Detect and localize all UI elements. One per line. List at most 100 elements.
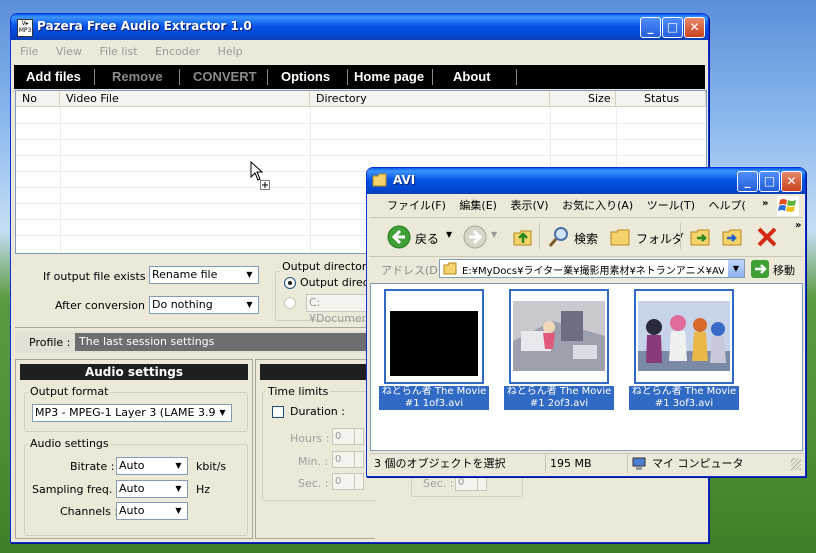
source-directory-radio[interactable]: [284, 297, 296, 309]
search-icon[interactable]: [547, 225, 571, 249]
pazera-title-bar[interactable]: V▸ MP3 Pazera Free Audio Extractor 1.0 _ …: [11, 14, 708, 40]
sec-label: Sec. :: [298, 477, 329, 490]
chevron-down-icon[interactable]: ▼: [728, 260, 744, 277]
toolbar-overflow-icon[interactable]: »: [795, 220, 801, 231]
file-exists-dropdown[interactable]: Rename file ▼: [149, 266, 259, 284]
copy-to-icon[interactable]: [721, 225, 745, 249]
remove-button[interactable]: Remove: [112, 69, 163, 84]
bitrate-dropdown[interactable]: Auto ▼: [116, 457, 188, 475]
sampling-unit: Hz: [196, 483, 211, 496]
spin-buttons[interactable]: [354, 452, 363, 467]
address-field[interactable]: E:¥MyDocs¥ライター業¥撮影用素材¥ネトランアニメ¥AV ▼: [439, 259, 745, 278]
search-label[interactable]: 検索: [574, 230, 598, 247]
menu-edit-jp[interactable]: 編集(E): [454, 199, 502, 212]
about-button[interactable]: About: [453, 69, 491, 84]
duration-checkbox[interactable]: [272, 406, 284, 418]
minimize-button[interactable]: _: [640, 17, 661, 38]
file-thumbnail-1[interactable]: [384, 289, 484, 384]
menu-overflow-icon[interactable]: »: [762, 198, 768, 209]
my-computer-icon: [632, 457, 646, 470]
file-thumbnail-2[interactable]: [509, 289, 609, 384]
forward-arrow-icon[interactable]: [463, 225, 487, 249]
folder-icon: [372, 173, 387, 187]
file-name-2[interactable]: ねとらん者 The Movie #1 2of3.avi: [504, 386, 614, 410]
resize-grip-icon[interactable]: [791, 458, 801, 470]
after-conversion-dropdown[interactable]: Do nothing ▼: [149, 296, 259, 314]
profile-bar: Profile : The last session settings: [15, 331, 375, 353]
hours-label: Hours :: [290, 432, 330, 445]
menu-tools-jp[interactable]: ツール(T): [642, 199, 700, 212]
column-header-video-file[interactable]: Video File: [60, 91, 310, 107]
divider: [15, 327, 375, 328]
chevron-down-icon[interactable]: ▼: [491, 230, 497, 239]
output-directory-radio[interactable]: [284, 277, 296, 289]
time-limits-label: Time limits: [266, 385, 331, 398]
convert-button[interactable]: CONVERT: [193, 69, 257, 84]
menu-encoder[interactable]: Encoder: [148, 43, 207, 60]
file-view[interactable]: ねとらん者 The Movie #1 1of3.avi ねとらん者 The Mo…: [370, 283, 803, 451]
close-button[interactable]: ✕: [781, 171, 802, 192]
chevron-down-icon: ▼: [171, 459, 186, 473]
file-exists-label: If output file exists :: [43, 270, 153, 283]
column-divider: [60, 107, 61, 253]
column-header-status[interactable]: Status: [616, 91, 706, 107]
home-page-button[interactable]: Home page: [354, 69, 424, 84]
menu-help-jp[interactable]: ヘルプ(: [704, 199, 751, 212]
folders-label[interactable]: フォルダ: [636, 230, 684, 247]
channels-dropdown[interactable]: Auto ▼: [116, 502, 188, 520]
menu-view-jp[interactable]: 表示(V): [505, 199, 553, 212]
menu-file-jp[interactable]: ファイル(F): [371, 199, 451, 212]
add-files-button[interactable]: Add files: [26, 69, 81, 84]
row-divider: [16, 123, 706, 124]
options-button[interactable]: Options: [281, 69, 330, 84]
menu-favorites-jp[interactable]: お気に入り(A): [557, 199, 638, 212]
explorer-status-bar: 3 個のオブジェクトを選択 195 MB マイ コンピュータ: [370, 453, 803, 474]
column-header-no[interactable]: No: [16, 91, 60, 107]
menu-file-list[interactable]: File list: [93, 43, 145, 60]
output-format-dropdown[interactable]: MP3 - MPEG-1 Layer 3 (LAME 3.97) ▼: [32, 404, 232, 422]
min-spinner[interactable]: 0: [332, 451, 364, 468]
folders-icon[interactable]: [609, 226, 633, 248]
chevron-down-icon: ▼: [242, 268, 257, 282]
minimize-button[interactable]: _: [737, 171, 758, 192]
hours-spinner[interactable]: 0: [332, 428, 364, 445]
column-header-size[interactable]: Size: [550, 91, 616, 107]
status-location: マイ コンピュータ: [628, 454, 788, 473]
up-folder-icon[interactable]: [511, 225, 535, 249]
delete-icon[interactable]: [755, 225, 779, 249]
spin-buttons[interactable]: [354, 474, 363, 489]
chevron-down-icon[interactable]: ▼: [446, 230, 452, 239]
output-directory-group-title: Output directory: [280, 260, 375, 273]
back-label[interactable]: 戻る: [415, 230, 439, 247]
time-limits-panel: Time limits Duration : Hours : 0 Min. : …: [255, 359, 377, 539]
column-header-directory[interactable]: Directory: [310, 91, 550, 107]
toolbar-separator: [347, 69, 348, 85]
explorer-menu-bar: ファイル(F) 編集(E) 表示(V) お気に入り(A) ツール(T) ヘルプ(: [371, 196, 771, 216]
explorer-title-bar[interactable]: AVI _ □ ✕: [367, 168, 805, 194]
file-name-3[interactable]: ねとらん者 The Movie #1 3of3.avi: [629, 386, 739, 410]
address-bar: アドレス(D) E:¥MyDocs¥ライター業¥撮影用素材¥ネトランアニメ¥AV…: [371, 258, 801, 280]
menu-help[interactable]: Help: [211, 43, 250, 60]
close-button[interactable]: ✕: [684, 17, 705, 38]
column-divider: [310, 107, 311, 253]
sec-spinner[interactable]: 0: [332, 473, 364, 490]
go-label[interactable]: 移動: [773, 262, 795, 278]
go-arrow-icon[interactable]: [751, 260, 769, 278]
move-to-icon[interactable]: [689, 225, 713, 249]
menu-file[interactable]: File: [13, 43, 45, 60]
menu-view[interactable]: View: [49, 43, 89, 60]
video-frame-black: [390, 311, 478, 376]
spin-buttons[interactable]: [477, 475, 486, 490]
file-name-1[interactable]: ねとらん者 The Movie #1 1of3.avi: [379, 386, 489, 410]
maximize-button[interactable]: □: [662, 17, 683, 38]
sampling-dropdown[interactable]: Auto ▼: [116, 480, 188, 498]
file-thumbnail-3[interactable]: [634, 289, 734, 384]
window-title: Pazera Free Audio Extractor 1.0: [37, 19, 252, 33]
back-arrow-icon[interactable]: [387, 225, 411, 249]
maximize-button[interactable]: □: [759, 171, 780, 192]
spin-buttons[interactable]: [354, 429, 363, 444]
anime-frame-characters-image: [638, 301, 730, 371]
profile-label: Profile :: [29, 336, 71, 349]
profile-dropdown[interactable]: The last session settings: [75, 333, 375, 351]
status-size: 195 MB: [546, 454, 628, 473]
